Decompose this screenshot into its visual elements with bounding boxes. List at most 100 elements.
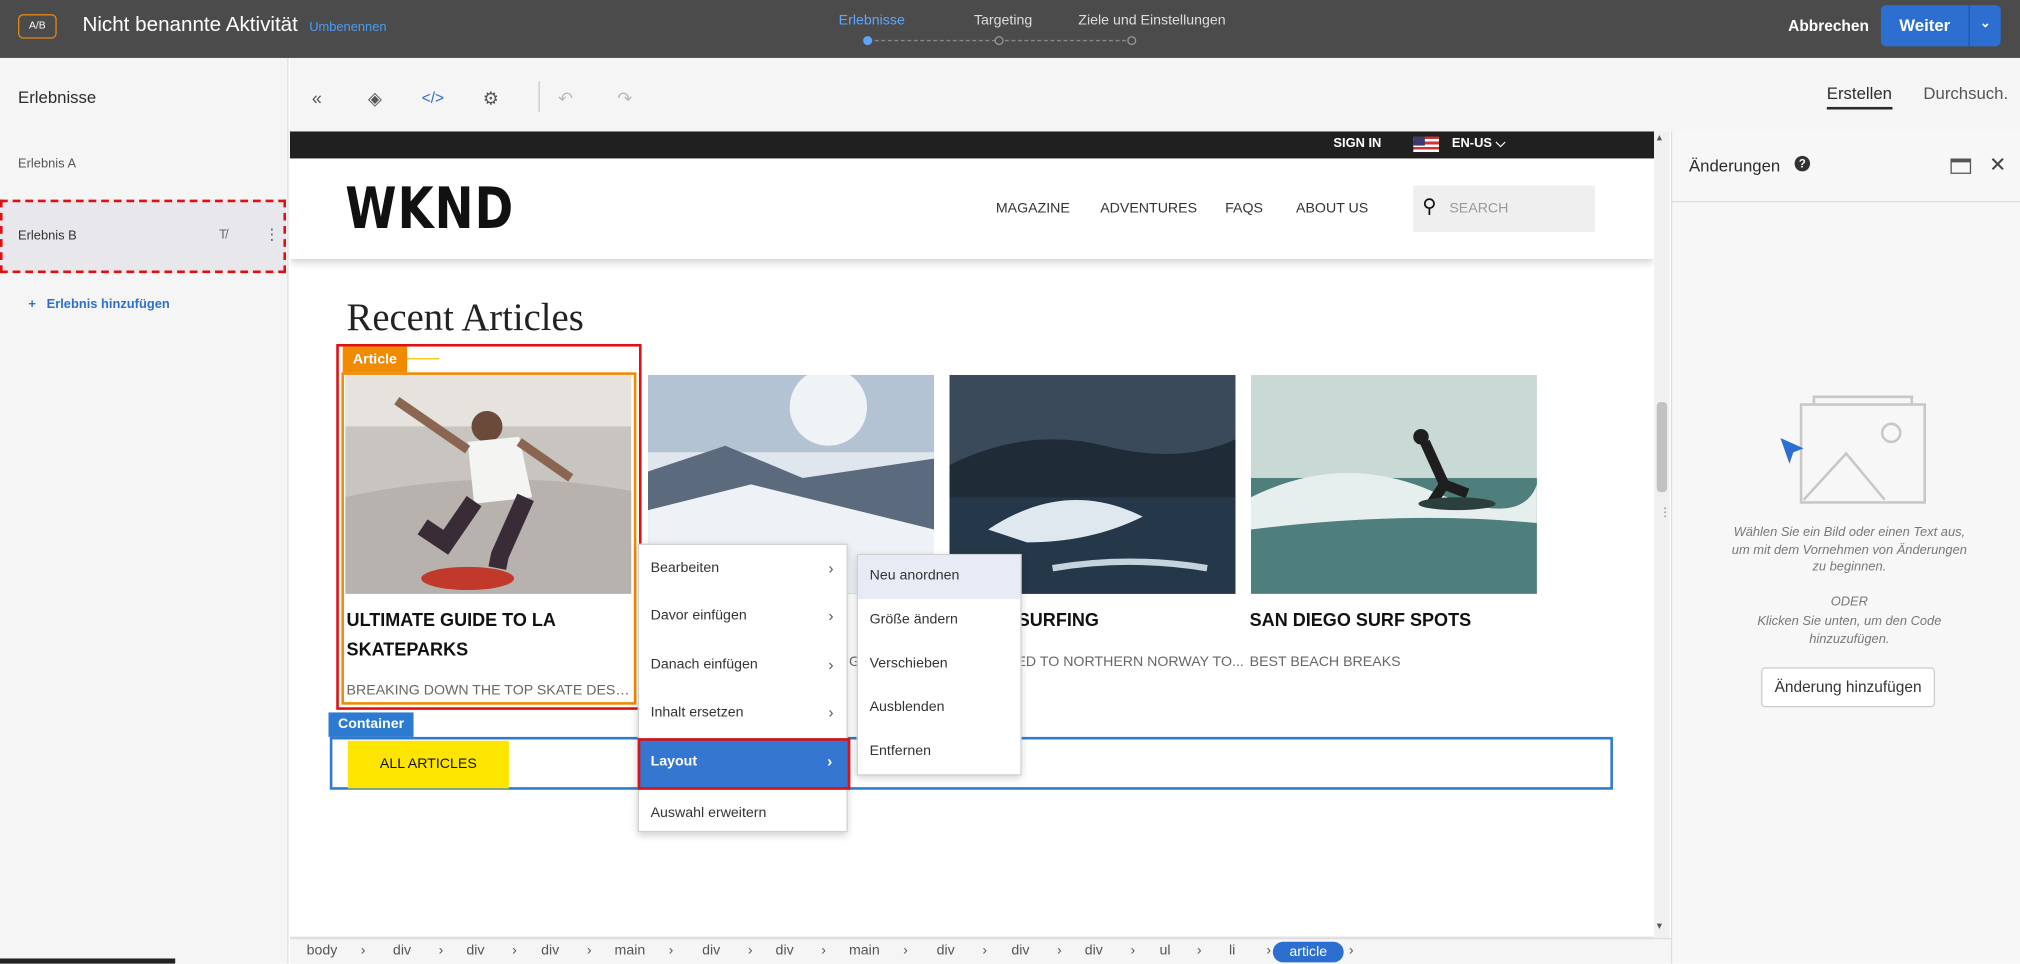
chevron-right-icon: ›: [1057, 943, 1062, 959]
menu-item-insert-before[interactable]: Davor einfügen ›: [639, 593, 849, 642]
collapse-icon[interactable]: «: [305, 88, 328, 109]
breadcrumb-item[interactable]: div: [776, 943, 794, 958]
chevron-right-icon: ›: [512, 943, 517, 959]
menu-item-edit[interactable]: Bearbeiten ›: [639, 545, 849, 594]
breadcrumb-item[interactable]: div: [393, 943, 411, 958]
section-title[interactable]: Recent Articles: [347, 296, 584, 340]
step-experiences[interactable]: Erlebnisse: [839, 13, 905, 28]
breadcrumb-item[interactable]: main: [849, 943, 880, 958]
breadcrumb-item[interactable]: body: [307, 943, 338, 958]
scroll-up-icon[interactable]: ▴: [1657, 131, 1662, 143]
scroll-down-icon[interactable]: ▾: [1657, 920, 1662, 932]
chevron-right-icon: ›: [668, 943, 674, 959]
language-selector[interactable]: EN-US ⌵: [1452, 137, 1505, 151]
chevron-right-icon: ›: [1348, 943, 1354, 959]
chevron-down-icon: ⌵: [1492, 136, 1506, 151]
changes-panel: Änderungen ? ✕ Wählen Sie ein Bild oder …: [1670, 131, 2020, 964]
next-button[interactable]: Weiter ⌄: [1880, 5, 2001, 47]
submenu-item-resize[interactable]: Größe ändern: [858, 599, 1020, 643]
scrollbar-thumb[interactable]: [1656, 401, 1668, 493]
add-change-button[interactable]: Änderung hinzufügen: [1761, 667, 1936, 708]
sign-in-link[interactable]: SIGN IN: [1333, 137, 1381, 151]
more-options-icon[interactable]: ⋮: [264, 225, 279, 243]
undo-icon[interactable]: ↶: [554, 88, 577, 109]
chevron-right-icon: ›: [828, 606, 834, 625]
submenu-item-hide[interactable]: Ausblenden: [858, 687, 1020, 731]
submenu-item-remove[interactable]: Entfernen: [858, 730, 1020, 774]
experience-item-b-label[interactable]: Erlebnis B: [18, 229, 77, 243]
site-search-input[interactable]: ⚲ SEARCH: [1413, 185, 1595, 232]
editor-toolbar: « ◈ </> ⚙ ↶ ↷ Erstellen Durchsuch.: [289, 57, 2020, 132]
cancel-button[interactable]: Abbrechen: [1788, 17, 1869, 35]
panel-layout-icon[interactable]: [1950, 158, 1972, 174]
breadcrumb-item[interactable]: main: [615, 943, 646, 958]
surfer-image[interactable]: [1250, 374, 1537, 594]
menu-item-label[interactable]: Danach einfügen: [651, 657, 758, 672]
nav-faqs[interactable]: FAQS: [1225, 201, 1263, 216]
breadcrumb-item[interactable]: div: [1011, 943, 1029, 958]
menu-item-label[interactable]: Bearbeiten: [651, 560, 720, 575]
add-experience-label[interactable]: Erlebnis hinzufügen: [47, 298, 170, 312]
step-dot: [1127, 36, 1137, 46]
breadcrumb-item[interactable]: div: [937, 943, 955, 958]
drag-handle-icon[interactable]: ⋮: [1659, 505, 1671, 519]
menu-item-label[interactable]: Layout: [651, 754, 697, 769]
flag-canton: [1413, 136, 1425, 146]
text-format-icon[interactable]: T̸: [219, 228, 227, 242]
article-subtitle[interactable]: ED TO NORTHERN NORWAY TO...: [1016, 654, 1248, 669]
tab-create[interactable]: Erstellen: [1826, 84, 1892, 110]
dom-breadcrumb: body › div › div › div › main › div › div › main › div › d…: [289, 937, 1671, 964]
layout-submenu: Neu anordnen Größe ändern Verschieben Au…: [856, 553, 1022, 776]
hint-text: Wählen Sie ein Bild oder einen Text aus,…: [1731, 525, 1967, 575]
experience-item-a[interactable]: Erlebnis A: [18, 157, 76, 171]
submenu-item-rearrange[interactable]: Neu anordnen: [858, 555, 1021, 600]
experience-item-b[interactable]: Erlebnis B T̸ ⋮: [0, 199, 287, 274]
step-targeting[interactable]: Targeting: [974, 13, 1032, 28]
menu-item-expand-selection[interactable]: Auswahl erweitern: [639, 790, 849, 839]
layers-icon[interactable]: ◈: [363, 88, 386, 109]
settings-icon[interactable]: ⚙: [479, 88, 502, 109]
page-canvas[interactable]: SIGN IN EN-US ⌵ WKND MAGAZINE ADVENTURES…: [289, 131, 1655, 941]
breadcrumb-item[interactable]: li: [1229, 943, 1235, 958]
chevron-right-icon: ›: [903, 943, 908, 959]
breadcrumb-item[interactable]: div: [702, 943, 720, 958]
top-bar: A/B Nicht benannte Aktivität Umbenennen …: [0, 0, 2020, 58]
menu-item-label[interactable]: Davor einfügen: [651, 608, 747, 623]
article-subtitle[interactable]: BEST BEACH BREAKS: [1250, 654, 1536, 669]
nav-magazine[interactable]: MAGAZINE: [996, 201, 1070, 216]
language-label[interactable]: EN-US: [1452, 137, 1492, 151]
close-icon[interactable]: ✕: [1989, 152, 2006, 178]
submenu-item-move[interactable]: Verschieben: [858, 643, 1020, 687]
menu-item-replace-content[interactable]: Inhalt ersetzen ›: [639, 689, 849, 738]
next-button-label[interactable]: Weiter: [1881, 5, 1969, 46]
menu-item-label[interactable]: Inhalt ersetzen: [651, 705, 744, 720]
tab-browse[interactable]: Durchsuch.: [1923, 84, 2008, 103]
redo-icon[interactable]: ↷: [613, 88, 636, 109]
tag-connector: [407, 358, 440, 360]
nav-adventures[interactable]: ADVENTURES: [1100, 201, 1197, 216]
code-icon[interactable]: </>: [421, 88, 444, 109]
menu-item-layout[interactable]: Layout ›: [637, 738, 851, 790]
menu-item-label[interactable]: Auswahl erweitern: [651, 805, 767, 820]
breadcrumb-item[interactable]: ul: [1159, 943, 1170, 958]
nav-about-us[interactable]: ABOUT US: [1296, 201, 1368, 216]
all-articles-button[interactable]: ALL ARTICLES: [347, 740, 509, 789]
breadcrumb-item-active[interactable]: article: [1272, 941, 1344, 963]
breadcrumb-item[interactable]: div: [466, 943, 484, 958]
breadcrumb-item[interactable]: div: [541, 943, 559, 958]
rename-link[interactable]: Umbenennen: [309, 21, 386, 35]
chevron-right-icon: ›: [1130, 943, 1136, 959]
site-utility-bar: SIGN IN EN-US ⌵: [289, 131, 1655, 159]
site-logo[interactable]: WKND: [345, 176, 514, 243]
article-title[interactable]: SAN DIEGO SURF SPOTS: [1250, 606, 1536, 636]
image-placeholder-icon: [1780, 395, 1927, 504]
toolbar-divider: [538, 81, 540, 113]
step-goals-settings[interactable]: Ziele und Einstellungen: [1078, 13, 1225, 28]
add-experience-link[interactable]: + Erlebnis hinzufügen: [28, 298, 169, 312]
menu-item-insert-after[interactable]: Danach einfügen ›: [639, 642, 849, 691]
chevron-right-icon: ›: [360, 943, 366, 959]
chevron-down-icon[interactable]: ⌄: [1970, 5, 2001, 46]
canvas-scrollbar[interactable]: ▴ ▾ ⋮: [1654, 131, 1671, 938]
breadcrumb-item[interactable]: div: [1085, 943, 1103, 958]
help-icon[interactable]: ?: [1794, 155, 1811, 172]
